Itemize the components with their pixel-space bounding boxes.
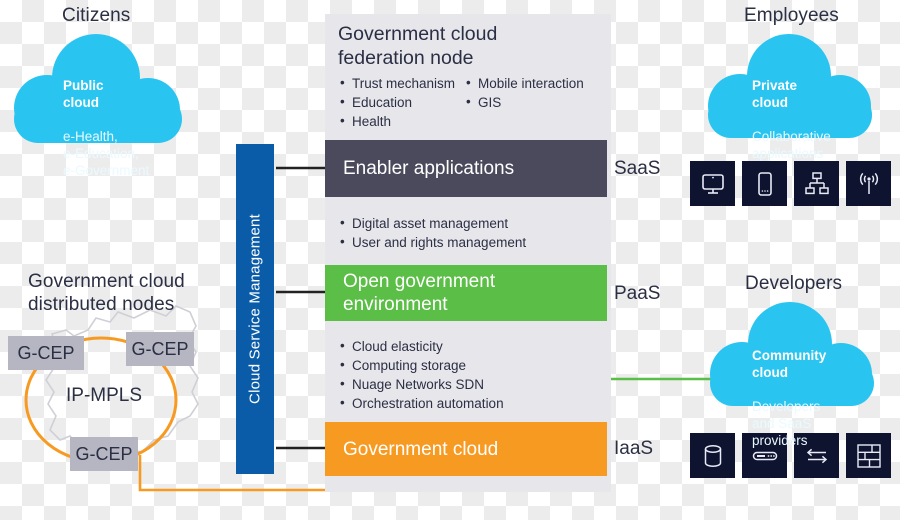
antenna-icon xyxy=(855,170,883,198)
map-outline xyxy=(44,305,199,459)
paas-bullets: Cloud elasticity Computing storage Nuage… xyxy=(340,336,504,413)
tier-label-saas: SaaS xyxy=(614,158,661,179)
tile-network-topology[interactable] xyxy=(794,161,839,206)
monitor-icon xyxy=(699,170,727,198)
header-bullets-left: Trust mechanism Education Health xyxy=(340,73,455,131)
list-item: Computing storage xyxy=(340,355,504,375)
band-saas[interactable]: Enabler applications xyxy=(325,140,607,197)
tier-label-paas: PaaS xyxy=(614,283,661,304)
panel-title: Government cloud federation node xyxy=(338,23,498,69)
database-icon xyxy=(699,442,727,470)
caption-developers: Developers xyxy=(745,273,843,294)
list-item: Mobile interaction xyxy=(466,73,584,93)
storage-grid-icon xyxy=(855,442,883,470)
community-cloud-label: Community cloud Developers and SaaS prov… xyxy=(752,330,826,449)
list-item: Education xyxy=(340,92,455,112)
network-topology-icon xyxy=(803,170,831,198)
header-bullets-right: Mobile interaction GIS xyxy=(466,73,584,112)
band-paas[interactable]: Open government environment xyxy=(325,265,607,321)
public-cloud-subtitle: e-Health, e-Education, e-Government xyxy=(63,129,150,178)
private-cloud-label: Private cloud Collaborative applications xyxy=(752,60,831,162)
private-cloud-title: Private cloud xyxy=(752,78,798,110)
gcep-node-3[interactable]: G-CEP xyxy=(70,437,138,471)
gcep-node-2[interactable]: G-CEP xyxy=(126,332,194,366)
tablet-icon xyxy=(751,170,779,198)
tile-database[interactable] xyxy=(690,433,735,478)
list-item: Health xyxy=(340,111,455,131)
list-item: Cloud elasticity xyxy=(340,336,504,356)
cloud-service-management-bar[interactable]: Cloud Service Management xyxy=(236,144,274,474)
list-item: Digital asset management xyxy=(340,213,526,233)
caption-employees: Employees xyxy=(744,5,839,26)
ip-mpls-label: IP-MPLS xyxy=(66,385,143,406)
caption-distributed-nodes: Government cloud distributed nodes xyxy=(28,271,185,315)
saas-bullets: Digital asset management User and rights… xyxy=(340,213,526,252)
public-cloud-label: Public cloud e-Health, e-Education, e-Go… xyxy=(63,60,149,179)
cloud-service-management-label: Cloud Service Management xyxy=(246,214,264,404)
caption-citizens: Citizens xyxy=(62,5,131,26)
community-cloud-title: Community cloud xyxy=(752,348,827,380)
list-item: Trust mechanism xyxy=(340,73,455,93)
list-item: GIS xyxy=(466,92,584,112)
tier-label-iaas: IaaS xyxy=(614,438,654,459)
gcep-node-1[interactable]: G-CEP xyxy=(8,336,84,370)
list-item: Nuage Networks SDN xyxy=(340,374,504,394)
band-iaas[interactable]: Government cloud xyxy=(325,422,607,476)
tile-tablet[interactable] xyxy=(742,161,787,206)
tile-antenna[interactable] xyxy=(846,161,891,206)
public-cloud-title: Public cloud xyxy=(63,78,104,110)
community-cloud-subtitle: Developers and SaaS providers xyxy=(752,399,821,448)
private-cloud-subtitle: Collaborative applications xyxy=(752,129,831,161)
list-item: User and rights management xyxy=(340,232,526,252)
list-item: Orchestration automation xyxy=(340,393,504,413)
tile-storage-grid[interactable] xyxy=(846,433,891,478)
tile-monitor[interactable] xyxy=(690,161,735,206)
